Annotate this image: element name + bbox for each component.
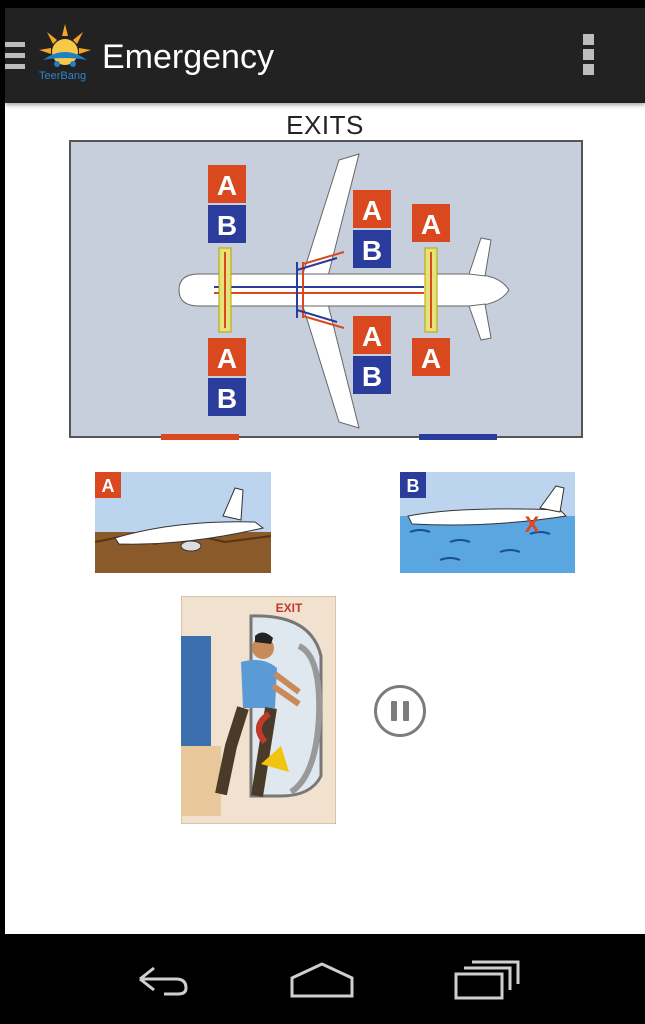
thumb-b-label: B: [407, 476, 420, 496]
badge-a-upper-right: A: [421, 209, 441, 240]
badge-b-upper-mid: B: [362, 235, 382, 266]
badge-b-upper-left: B: [217, 210, 237, 241]
pause-icon[interactable]: [374, 685, 426, 737]
logo-text: TeerBang: [39, 70, 87, 82]
thumb-a-label: A: [102, 476, 115, 496]
door-opening-illustration: EXIT: [181, 596, 336, 824]
badge-b-lower-mid: B: [362, 361, 382, 392]
badge-a-lower-left: A: [217, 343, 237, 374]
page-title: Emergency: [102, 38, 274, 76]
water-evacuation-image: X B: [400, 472, 575, 573]
badge-a-upper-mid: A: [362, 195, 382, 226]
menu-icon[interactable]: [5, 42, 25, 75]
back-icon[interactable]: [120, 954, 200, 1004]
recents-icon[interactable]: [446, 954, 526, 1004]
app-screen: TeerBang Emergency EXITS A B A B A A B A…: [5, 0, 645, 1024]
more-vert-icon[interactable]: [583, 34, 595, 79]
exit-sign: EXIT: [276, 601, 303, 615]
exit-diagram: A B A B A A B A B A: [69, 140, 583, 440]
section-title: EXITS: [286, 110, 364, 140]
badge-a-lower-mid: A: [362, 321, 382, 352]
home-icon[interactable]: [282, 954, 362, 1004]
badge-a-upper-left: A: [217, 170, 237, 201]
badge-a-lower-right: A: [421, 343, 441, 374]
status-bar: [5, 0, 645, 8]
land-evacuation-image: A: [95, 472, 271, 573]
badge-b-lower-left: B: [217, 383, 237, 414]
system-nav-bar: [0, 934, 645, 1024]
svg-text:X: X: [525, 512, 540, 537]
action-bar: TeerBang Emergency: [5, 8, 645, 103]
